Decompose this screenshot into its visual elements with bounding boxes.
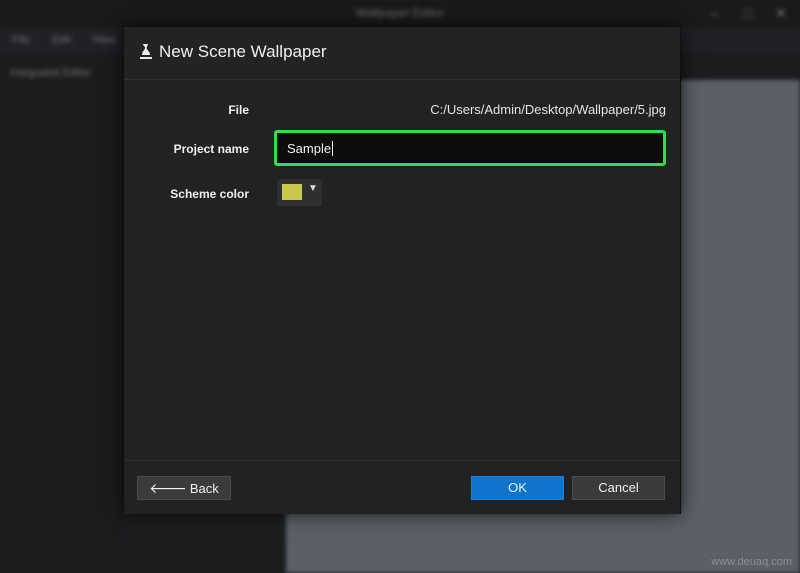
sidebar-item-integrated-editor[interactable]: Integrated Editor [10,67,91,79]
background-window-title: Wallpaper Editor [355,6,445,20]
scheme-color-picker[interactable]: ▼ [277,179,322,206]
close-icon[interactable]: ✕ [770,4,792,22]
maximize-icon[interactable]: □ [737,4,759,22]
dialog-footer: 🡐 Back OK Cancel [124,460,680,514]
watermark: www.deuaq.com [711,556,792,568]
menu-item-file[interactable]: File [12,34,30,46]
dialog-title: New Scene Wallpaper [159,42,327,61]
back-button[interactable]: 🡐 Back [137,476,231,500]
text-caret [332,140,334,156]
menu-item-edit[interactable]: Edit [52,34,71,46]
wallpaper-engine-icon [140,44,152,59]
background-preview-panel [680,80,800,573]
file-label: File [228,103,249,117]
background-sidebar: Integrated Editor [0,54,122,573]
back-button-label: Back [189,481,219,496]
project-name-input[interactable]: Sample [274,130,666,166]
project-name-label: Project name [173,142,249,156]
arrow-left-icon: 🡐 [149,480,187,496]
scheme-color-label: Scheme color [170,187,249,201]
project-name-value: Sample [287,140,332,156]
new-scene-wallpaper-dialog: New Scene Wallpaper File C:/Users/Admin/… [123,26,681,514]
ok-button-label: OK [508,480,527,495]
menu-item-view[interactable]: View [92,34,116,46]
cancel-button-label: Cancel [598,480,639,495]
dialog-header: New Scene Wallpaper [124,27,680,80]
file-path: C:/Users/Admin/Desktop/Wallpaper/5.jpg [430,102,666,117]
ok-button[interactable]: OK [471,476,564,500]
background-titlebar: Wallpaper Editor – □ ✕ [0,0,800,29]
color-swatch [282,184,302,200]
chevron-down-icon: ▼ [308,183,318,194]
minimize-icon[interactable]: – [704,4,726,22]
cancel-button[interactable]: Cancel [572,476,665,500]
